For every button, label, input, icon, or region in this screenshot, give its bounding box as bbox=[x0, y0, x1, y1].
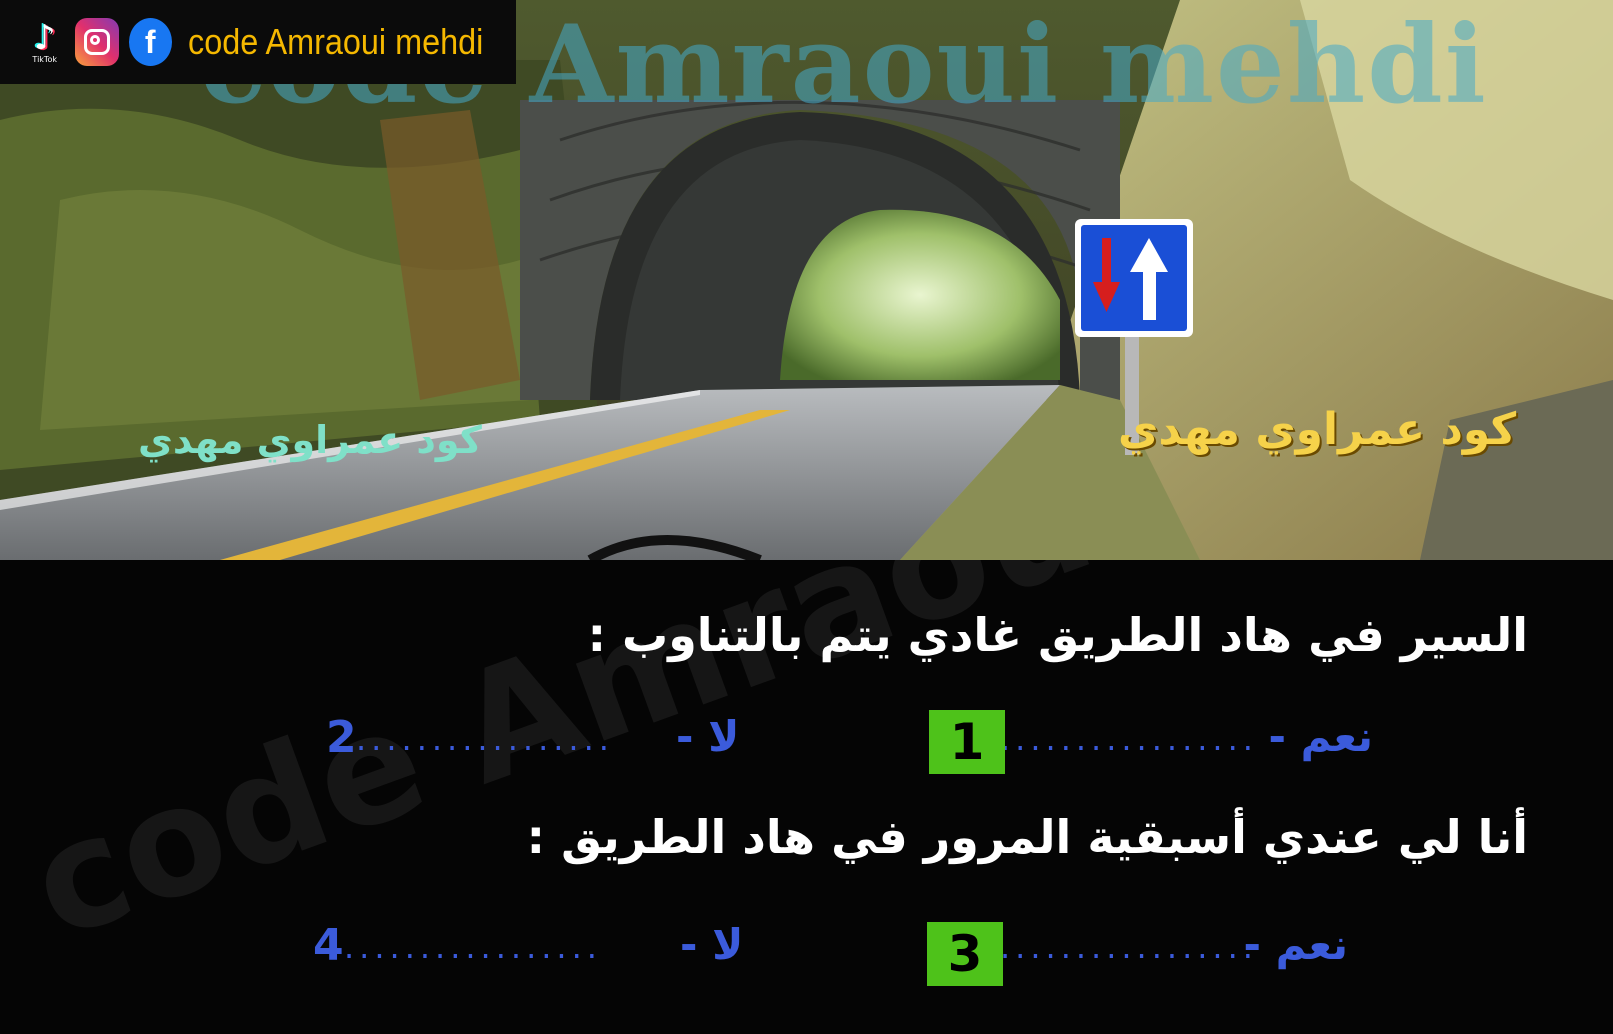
q2-option-no-dots: ................. bbox=[344, 928, 602, 966]
watermark-right-arabic: كود عمراوي مهدي bbox=[1118, 404, 1517, 455]
brand-name: code Amraoui mehdi bbox=[187, 21, 484, 62]
q2-option-yes-label[interactable]: - نعم bbox=[1244, 920, 1348, 969]
q1-option-yes-number-selected[interactable]: 1 bbox=[929, 710, 1005, 774]
q2-option-yes-dots: ................. bbox=[1000, 928, 1258, 966]
q1-option-yes-dots: ................. bbox=[1000, 720, 1258, 758]
watermark-left-arabic: كود عمراوي مهدي bbox=[138, 418, 482, 462]
priority-over-oncoming-sign bbox=[1075, 219, 1193, 337]
instagram-icon[interactable] bbox=[75, 18, 119, 66]
tiktok-label: TikTok bbox=[32, 54, 57, 64]
question-2-text: أنا لي عندي أسبقية المرور في هاد الطريق … bbox=[526, 810, 1528, 864]
video-frame: code Amraoui mehdi كود عمراوي مهدي كود ع… bbox=[0, 0, 1613, 1034]
tiktok-icon[interactable]: ♪ TikTok bbox=[24, 18, 65, 66]
q2-option-yes-number-selected[interactable]: 3 bbox=[927, 922, 1003, 986]
q2-option-no-number[interactable]: 4 bbox=[313, 920, 344, 971]
facebook-icon[interactable]: f bbox=[128, 18, 172, 66]
q1-option-no-dots: ................. bbox=[356, 720, 614, 758]
q1-option-no-number[interactable]: 2 bbox=[326, 712, 357, 763]
social-header: ♪ TikTok f code Amraoui mehdi bbox=[0, 0, 516, 84]
question-panel: code Amraoui mehdi السير في هاد الطريق غ… bbox=[0, 560, 1613, 1034]
q1-option-yes-label[interactable]: - نعم bbox=[1269, 712, 1373, 761]
q2-option-no-label[interactable]: - لا bbox=[680, 920, 743, 969]
question-1-text: السير في هاد الطريق غادي يتم بالتناوب : bbox=[587, 608, 1528, 662]
q1-option-no-label[interactable]: - لا bbox=[676, 712, 739, 761]
